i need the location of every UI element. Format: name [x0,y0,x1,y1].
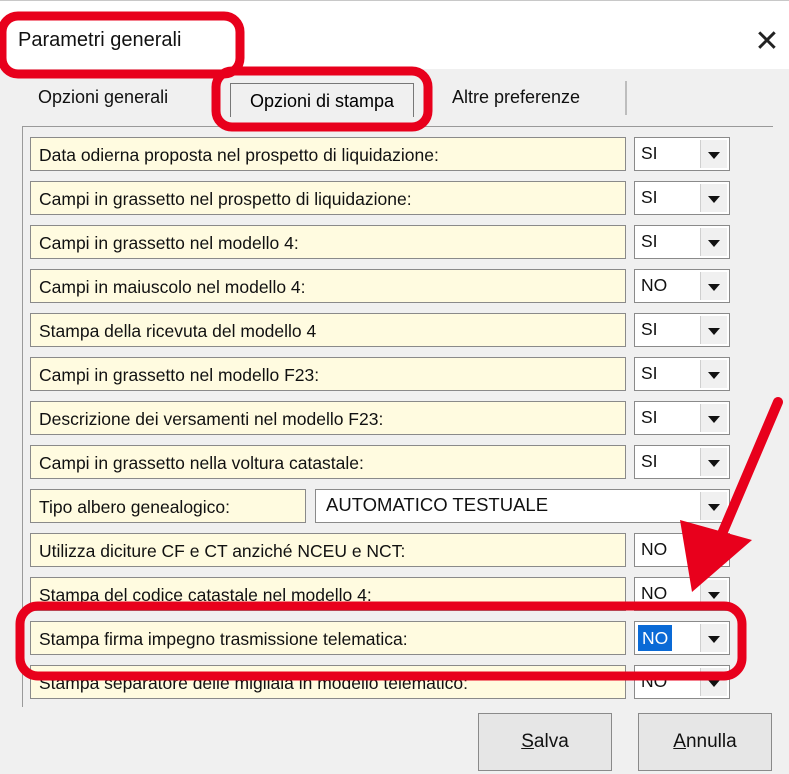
option-select[interactable]: NO [634,533,730,567]
tab-bar: Opzioni generali Opzioni di stampa Altre… [0,75,789,125]
chevron-down-icon[interactable] [700,448,727,476]
option-select[interactable]: SI [634,357,730,391]
chevron-down-icon[interactable] [700,404,727,432]
option-label: Stampa separatore delle migliaia in mode… [30,665,626,699]
tab-divider [625,81,627,115]
option-select[interactable]: SI [634,181,730,215]
tab-altre-preferenze[interactable]: Altre preferenze [452,87,580,108]
option-label: Campi in grassetto nel modello 4: [30,225,626,259]
chevron-down-icon[interactable] [700,492,727,520]
telematic-signature-select[interactable]: NO [634,621,730,655]
option-value: SI [641,187,658,207]
option-value: SI [641,143,658,163]
chevron-down-icon[interactable] [700,624,727,652]
option-value-selected: NO [638,625,673,651]
option-select[interactable]: NO [634,665,730,699]
option-value: SI [641,231,658,251]
close-icon[interactable]: ✕ [752,25,782,59]
option-value: NO [641,671,668,691]
dialog-window: Parametri generali ✕ Opzioni generali Op… [0,0,789,774]
chevron-down-icon[interactable] [700,580,727,608]
option-label: Campi in maiuscolo nel modello 4: [30,269,626,303]
option-label: Utilizza diciture CF e CT anziché NCEU e… [30,533,626,567]
option-label: Stampa firma impegno trasmissione telema… [30,621,626,655]
option-value: NO [641,275,668,295]
chevron-down-icon[interactable] [700,184,727,212]
option-value: AUTOMATICO TESTUALE [326,494,549,515]
chevron-down-icon[interactable] [700,360,727,388]
window-title: Parametri generali [18,29,182,51]
save-button[interactable]: Salva [478,713,612,771]
option-select[interactable]: SI [634,313,730,347]
option-label: Stampa della ricevuta del modello 4 [30,313,626,347]
option-value: SI [641,319,658,339]
option-select[interactable]: NO [634,577,730,611]
option-label: Stampa del codice catastale nel modello … [30,577,626,611]
option-value: NO [641,539,668,559]
option-value: NO [641,583,668,603]
chevron-down-icon[interactable] [700,668,727,696]
option-label: Tipo albero genealogico: [30,489,306,523]
chevron-down-icon[interactable] [700,228,727,256]
cancel-button[interactable]: Annulla [638,713,772,771]
option-label: Descrizione dei versamenti nel modello F… [30,401,626,435]
chevron-down-icon[interactable] [700,140,727,168]
genealogy-tree-select[interactable]: AUTOMATICO TESTUALE [315,489,730,523]
option-label: Campi in grassetto nel prospetto di liqu… [30,181,626,215]
save-label: alva [533,731,569,752]
option-select[interactable]: SI [634,225,730,259]
cancel-label: nnulla [685,731,737,752]
tab-opzioni-generali[interactable]: Opzioni generali [38,87,168,108]
option-select[interactable]: NO [634,269,730,303]
option-value: SI [641,451,658,471]
option-select[interactable]: SI [634,137,730,171]
option-label: Campi in grassetto nella voltura catasta… [30,445,626,479]
title-bar: Parametri generali ✕ [0,1,789,69]
save-accelerator: S [521,731,534,752]
option-label: Data odierna proposta nel prospetto di l… [30,137,626,171]
option-label: Campi in grassetto nel modello F23: [30,357,626,391]
option-select[interactable]: SI [634,401,730,435]
chevron-down-icon[interactable] [700,272,727,300]
tab-opzioni-di-stampa[interactable]: Opzioni di stampa [230,83,414,117]
option-value: SI [641,407,658,427]
option-select[interactable]: SI [634,445,730,479]
cancel-accelerator: A [673,731,686,752]
chevron-down-icon[interactable] [700,536,727,564]
chevron-down-icon[interactable] [700,316,727,344]
option-value: SI [641,363,658,383]
